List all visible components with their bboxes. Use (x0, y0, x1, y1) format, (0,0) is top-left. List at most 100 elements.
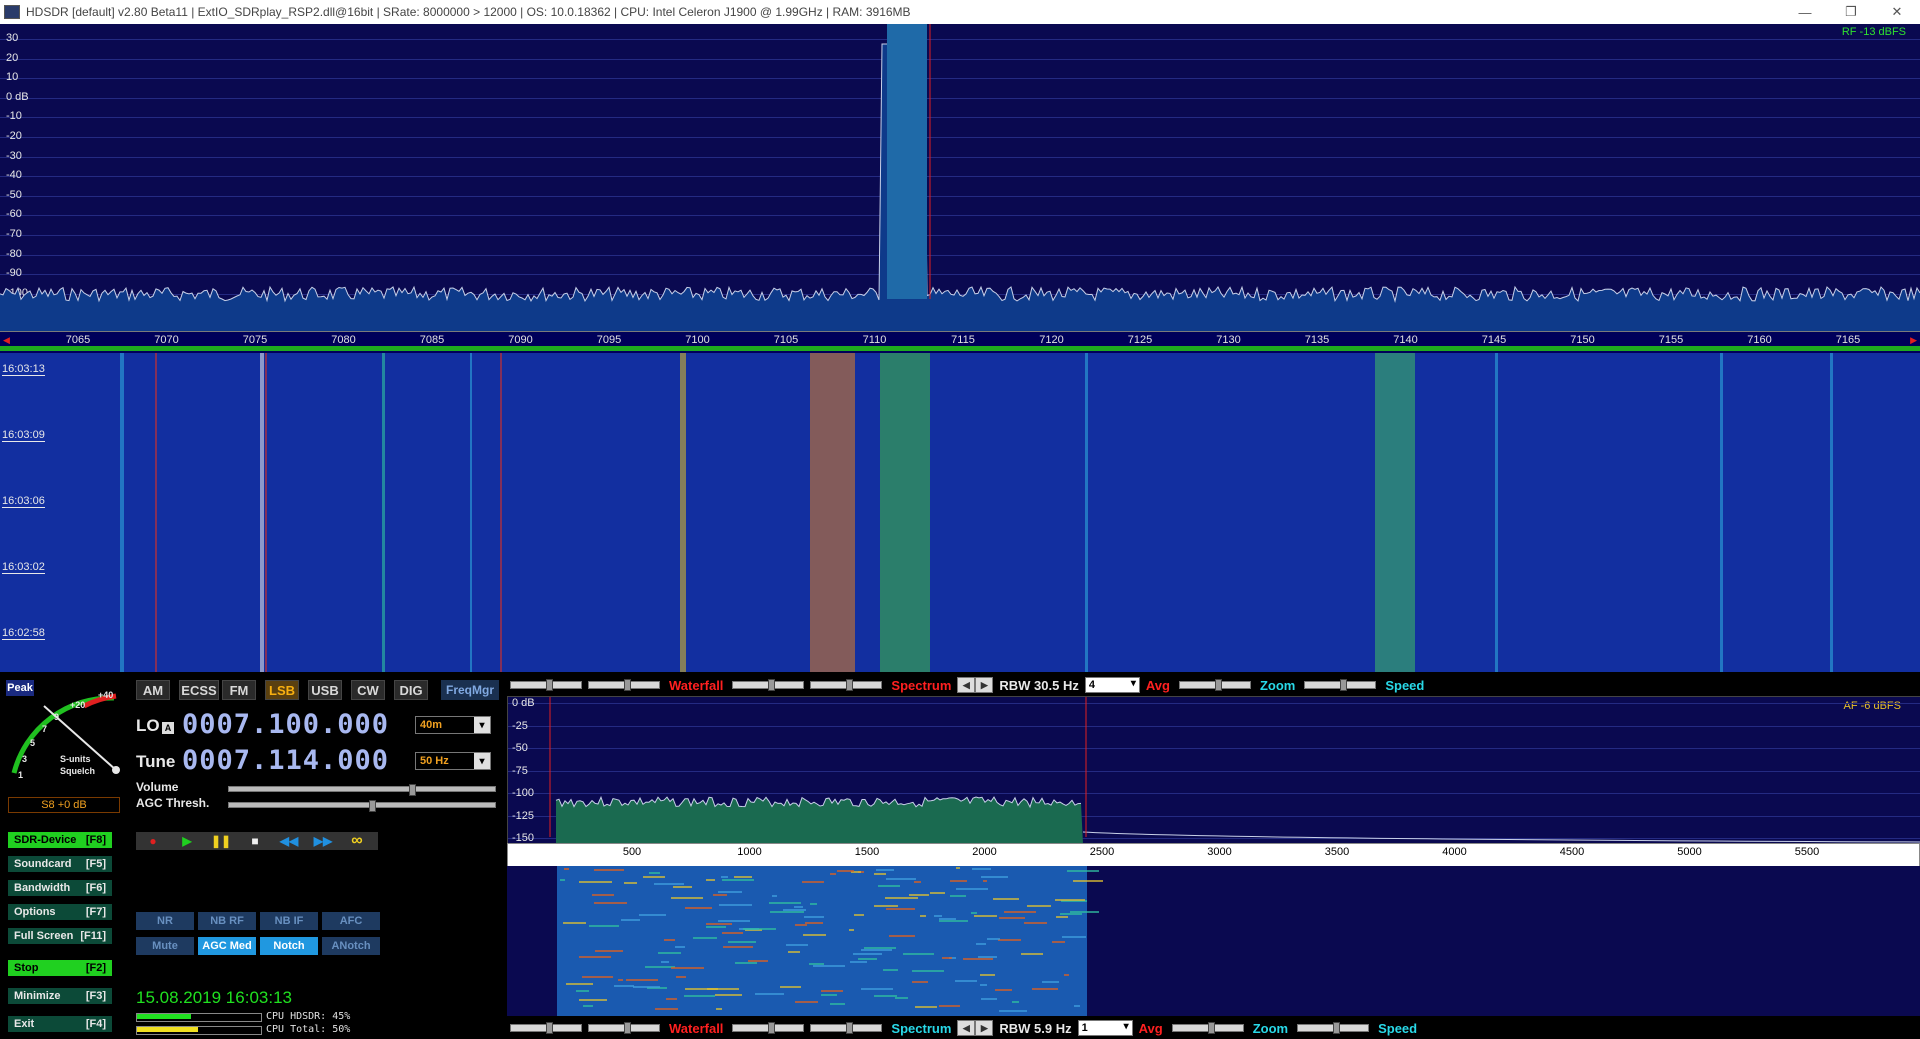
cpu-hdsdr-bar-frame (136, 1013, 262, 1022)
tune-frequency[interactable]: 0007.114.000 (182, 745, 389, 776)
minimize-window-button[interactable]: — (1782, 0, 1828, 24)
af-waterfall-pixel (1074, 1005, 1080, 1007)
af-spectrum-slider-2[interactable] (810, 1022, 883, 1034)
side-button-soundcard[interactable]: Soundcard [F5] (8, 856, 112, 872)
af-spectrum-slider-1[interactable] (732, 1022, 805, 1034)
af-speed-slider[interactable] (1297, 1022, 1370, 1034)
chevron-down-icon: ▾ (474, 717, 490, 733)
rf-avg-select[interactable]: 4 (1084, 677, 1140, 693)
volume-slider[interactable] (228, 784, 496, 796)
af-waterfall-pixel (633, 986, 660, 988)
af-waterfall-pixel (861, 949, 892, 951)
play-icon[interactable]: ▶ (170, 834, 204, 848)
rf-waterfall-signal (120, 353, 124, 672)
loop-icon[interactable]: ∞ (340, 832, 374, 850)
mode-button-fm[interactable]: FM (222, 680, 256, 700)
dsp-button-nr[interactable]: NR (136, 912, 194, 930)
af-waterfall-pixel (861, 988, 893, 990)
rf-spectrum-trace (0, 24, 1920, 331)
side-button-exit[interactable]: Exit [F4] (8, 1016, 112, 1032)
agc-thresh-slider[interactable] (228, 800, 496, 812)
af-right-arrow-icon[interactable]: ▶ (975, 1020, 994, 1036)
af-waterfall-pixel (1027, 905, 1051, 907)
peak-button[interactable]: Peak (6, 680, 34, 696)
af-waterfall-image (557, 866, 1103, 1016)
af-waterfall-slider-1[interactable] (510, 1022, 582, 1034)
dsp-button-anotch[interactable]: ANotch (322, 937, 380, 955)
af-avg-select[interactable]: 1 (1077, 1020, 1133, 1036)
rf-waterfall-panel[interactable]: 16:03:13 16:03:09 16:03:06 16:03:02 16:02:58 (0, 353, 1920, 672)
af-waterfall-pixel (939, 1005, 960, 1007)
af-waterfall-pixel (579, 999, 607, 1001)
dsp-button-afc[interactable]: AFC (322, 912, 380, 930)
mode-button-ecss[interactable]: ECSS (179, 680, 219, 700)
rf-spectrum-slider-2[interactable] (810, 679, 883, 691)
side-button-bandwidth[interactable]: Bandwidth [F6] (8, 880, 112, 896)
fast-forward-icon[interactable]: ▶▶ (306, 834, 340, 848)
rf-frequency-label: 7125 (1127, 334, 1153, 346)
lo-frequency[interactable]: 0007.100.000 (182, 709, 389, 740)
af-waterfall-pixel (564, 868, 569, 870)
rf-spectrum-slider-1[interactable] (732, 679, 805, 691)
side-button-label: Full Screen (14, 930, 74, 942)
s-meter-scale-label: 1 (18, 770, 24, 780)
af-waterfall-pixel (981, 876, 1008, 878)
rewind-icon[interactable]: ◀◀ (272, 834, 306, 848)
scroll-left-arrow-icon[interactable]: ◀ (3, 335, 10, 346)
af-waterfall-pixel (934, 915, 942, 917)
af-waterfall-pixel (858, 958, 877, 960)
band-dropdown[interactable]: 40m ▾ (415, 716, 491, 734)
af-waterfall-pixel (769, 902, 801, 904)
af-waterfall-pixel (912, 981, 928, 983)
side-button-options[interactable]: Options [F7] (8, 904, 112, 920)
rf-waterfall-slider-2[interactable] (588, 679, 660, 691)
scroll-right-arrow-icon[interactable]: ▶ (1910, 335, 1917, 346)
af-waterfall-pixel (563, 922, 586, 924)
dsp-button-agc-med[interactable]: AGC Med (198, 937, 256, 955)
lo-a-badge[interactable]: A (162, 722, 174, 734)
cpu-total-label: CPU Total: 50% (266, 1024, 351, 1035)
dsp-button-notch[interactable]: Notch (260, 937, 318, 955)
rf-right-arrow-icon[interactable]: ▶ (975, 677, 994, 693)
mode-button-cw[interactable]: CW (351, 680, 385, 700)
rf-speed-slider[interactable] (1304, 679, 1377, 691)
af-waterfall-pixel (560, 879, 565, 881)
af-waterfall-pixel (939, 918, 956, 920)
af-waterfall-pixel (621, 919, 640, 921)
af-frequency-scale[interactable]: 500 1000 1500 2000 2500 3000 3500 4000 4500 5000 5… (507, 843, 1920, 868)
record-icon[interactable]: ● (136, 834, 170, 848)
freqmgr-button[interactable]: FreqMgr (441, 680, 499, 700)
rf-spectrum-panel[interactable]: RF -13 dBFS 30 20 10 0 dB -10 -20 -30 -40 -50 -60… (0, 24, 1920, 331)
af-waterfall-pixel (794, 906, 803, 908)
af-waterfall-pixel (728, 941, 756, 943)
side-button-sdr-device[interactable]: SDR-Device [F8] (8, 832, 112, 848)
pause-icon[interactable]: ❚❚ (204, 834, 238, 848)
dsp-button-mute[interactable]: Mute (136, 937, 194, 955)
dsp-button-nb-if[interactable]: NB IF (260, 912, 318, 930)
mode-button-dig[interactable]: DIG (394, 680, 428, 700)
rf-left-arrow-icon[interactable]: ◀ (957, 677, 976, 693)
mode-button-usb[interactable]: USB (308, 680, 342, 700)
rf-waterfall-slider-1[interactable] (510, 679, 582, 691)
restore-window-button[interactable]: ❐ (1828, 0, 1874, 24)
close-window-button[interactable]: ✕ (1874, 0, 1920, 24)
side-button-label: SDR-Device (14, 834, 77, 846)
af-waterfall-slider-2[interactable] (588, 1022, 660, 1034)
stop-icon[interactable]: ■ (238, 834, 272, 848)
af-zoom-slider[interactable] (1171, 1022, 1244, 1034)
side-button-stop[interactable]: Stop [F2] (8, 960, 112, 976)
af-waterfall-panel[interactable] (507, 866, 1920, 1016)
af-left-arrow-icon[interactable]: ◀ (957, 1020, 976, 1036)
af-waterfall-pixel (876, 869, 894, 871)
af-display-controls: Waterfall Spectrum ◀ ▶ RBW 5.9 Hz 1 Avg … (507, 1018, 1920, 1038)
rf-tuning-bar[interactable] (0, 346, 1920, 351)
rf-passband-highlight[interactable] (887, 24, 927, 299)
side-button-full-screen[interactable]: Full Screen [F11] (8, 928, 112, 944)
mode-button-am[interactable]: AM (136, 680, 170, 700)
side-button-minimize[interactable]: Minimize [F3] (8, 988, 112, 1004)
dsp-button-nb-rf[interactable]: NB RF (198, 912, 256, 930)
af-waterfall-pixel (950, 895, 966, 897)
rf-zoom-slider[interactable] (1178, 679, 1251, 691)
step-dropdown[interactable]: 50 Hz ▾ (415, 752, 491, 770)
mode-button-lsb[interactable]: LSB (265, 680, 299, 700)
